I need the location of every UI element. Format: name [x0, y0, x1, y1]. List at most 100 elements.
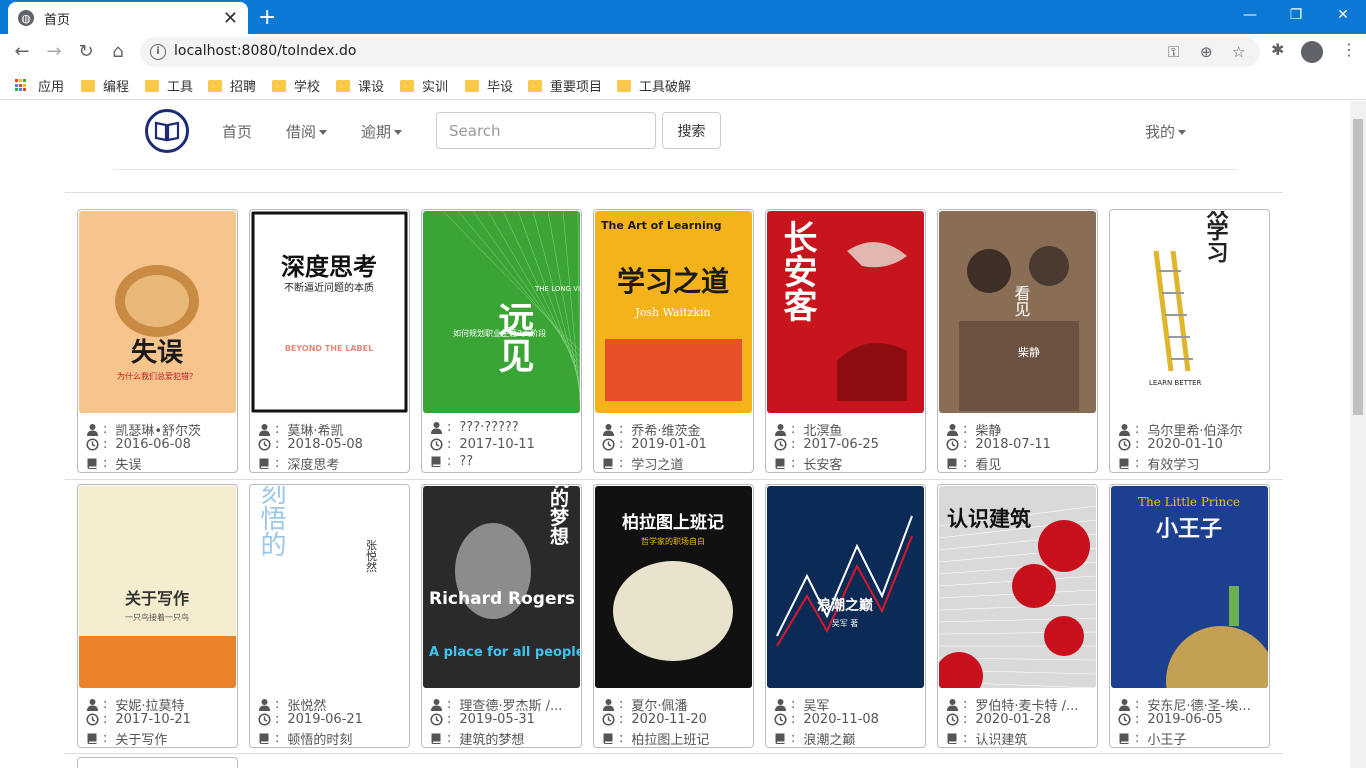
book-card[interactable]: 关于写作 一只鸟接着一只鸟: 安妮·拉莫特:2017-10-21: 关于写作 [77, 484, 238, 748]
nav-mine-label: 我的 [1145, 123, 1176, 141]
book-title: 失误 [115, 458, 142, 473]
book-cover[interactable]: 建筑的梦想 Richard Rogers A place for all peopl… [423, 486, 580, 688]
book-cover[interactable]: 失误为什么我们总爱犯错？ [79, 211, 236, 413]
book-date: 2017-06-25 [803, 437, 879, 452]
folder-icon [465, 79, 479, 92]
book-card[interactable]: 深度思考 不断逼近问题的本质 BEYOND THE LABEL: 莫琳·希凯:2018… [249, 209, 410, 473]
bookmark-folder[interactable]: 课设 [336, 76, 384, 95]
back-icon[interactable]: ← [10, 40, 34, 64]
cover-text: 失误 [131, 338, 184, 368]
home-icon[interactable]: ⌂ [106, 40, 130, 64]
key-icon[interactable]: ⚿ [1168, 43, 1179, 61]
profile-avatar[interactable] [1301, 41, 1323, 63]
nav-mine-dropdown[interactable]: 我的 [1145, 121, 1187, 142]
nav-borrow-dropdown[interactable]: 借阅 [286, 121, 328, 142]
window-close-icon[interactable]: ✕ [1320, 4, 1366, 28]
bookmark-label: 学校 [294, 80, 321, 95]
book-cover[interactable]: 长安客 [767, 211, 924, 413]
colon: : [791, 422, 796, 437]
book-cover[interactable]: The Art of Learning 学习之道 Josh Waitzkin [595, 211, 752, 413]
cover-text: 如何规划职业生涯3大阶段 [453, 328, 546, 338]
colon: : [447, 712, 452, 727]
site-info-icon[interactable]: i [150, 44, 166, 60]
colon: : [447, 454, 452, 469]
maximize-icon[interactable]: ❐ [1273, 4, 1319, 28]
book-card[interactable]: 浪潮之巅 吴军 著: 吴军:2020-11-08: 浪潮之巅 [765, 484, 926, 748]
book-cover[interactable]: 柏拉图上班记 哲学家的职场自白 [595, 486, 752, 688]
bookmark-folder[interactable]: 实训 [400, 76, 448, 95]
book-date-row: :2018-05-08 [258, 437, 403, 452]
url-text[interactable]: localhost:8080/toIndex.do [174, 43, 356, 59]
browser-tab[interactable]: ◍ 首页 ✕ [8, 2, 248, 34]
close-tab-icon[interactable]: ✕ [223, 8, 238, 29]
book-cover[interactable]: 关于写作 一只鸟接着一只鸟 [79, 486, 236, 688]
extensions-icon[interactable]: ✱ [1271, 40, 1284, 59]
nav-overdue-dropdown[interactable]: 逾期 [361, 121, 403, 142]
address-bar[interactable]: i localhost:8080/toIndex.do ⚿ ⊕ ☆ [140, 37, 1260, 67]
apps-grid-icon [15, 79, 28, 92]
book-date: 2020-11-20 [631, 712, 707, 727]
zoom-icon[interactable]: ⊕ [1200, 43, 1213, 61]
colon: : [791, 697, 796, 712]
book-cover[interactable]: 时顿刻悟的 张悦然 [251, 486, 408, 688]
bookmark-label: 应用 [38, 80, 65, 95]
forward-icon[interactable]: → [42, 40, 66, 64]
book-cover[interactable]: 有效学习 LEARN BETTER [1111, 211, 1268, 413]
book-cover[interactable]: 看见 柴静 [939, 211, 1096, 413]
book-card[interactable]: 远见THE LONG VIEW如何规划职业生涯3大阶段:???·?????:20… [421, 209, 582, 473]
book-icon [259, 733, 269, 744]
search-button[interactable]: 搜索 [662, 112, 721, 149]
star-icon[interactable]: ☆ [1232, 43, 1245, 61]
clock-icon [430, 713, 443, 726]
book-cover[interactable]: 浪潮之巅 吴军 著 [767, 486, 924, 688]
globe-icon: ◍ [18, 10, 34, 26]
nav-home[interactable]: 首页 [222, 121, 252, 142]
book-author: ???·????? [459, 420, 519, 435]
minimize-icon[interactable]: — [1227, 4, 1273, 28]
book-card[interactable]: 柏拉图上班记 哲学家的职场自白: 夏尔·佩潘:2020-11-20: 柏拉图上班记 [593, 484, 754, 748]
more-menu-icon[interactable]: ⋮ [1341, 40, 1357, 59]
bookmark-folder[interactable]: 工具破解 [617, 76, 691, 95]
book-card[interactable]: 时顿刻悟的 张悦然: 张悦然:2019-06-21: 顿悟的时刻 [249, 484, 410, 748]
book-card[interactable]: 看见 柴静: 柴静:2018-07-11: 看见 [937, 209, 1098, 473]
bookmark-folder[interactable]: 工具 [145, 76, 193, 95]
bookmark-folder[interactable]: 学校 [272, 76, 320, 95]
book-cover[interactable]: 深度思考 不断逼近问题的本质 BEYOND THE LABEL [251, 211, 408, 413]
book-card[interactable]: 认识建筑: 罗伯特·麦卡特 /...:2020-01-28: 认识建筑 [937, 484, 1098, 748]
cover-text: 有效学习 [1203, 211, 1229, 264]
page-scrollbar[interactable] [1350, 101, 1366, 768]
book-card[interactable]: 长安客: 北溟鱼:2017-06-25: 长安客 [765, 209, 926, 473]
cover-text: 为什么我们总爱犯错？ [117, 371, 197, 381]
reload-icon[interactable]: ↻ [74, 40, 98, 64]
book-date: 2020-11-08 [803, 712, 879, 727]
book-card-partial[interactable] [77, 757, 238, 768]
book-cover[interactable]: The Little Prince 小王子 [1111, 486, 1268, 688]
book-card[interactable]: The Little Prince 小王子: 安东尼·德·圣-埃...:2019-0… [1109, 484, 1270, 748]
cover-text: 吴军 著 [832, 618, 859, 628]
search-input[interactable] [436, 112, 656, 149]
bookmark-folder[interactable]: 重要项目 [528, 76, 602, 95]
cover-text: 柴静 [1018, 345, 1040, 359]
book-card[interactable]: 有效学习 LEARN BETTER: 乌尔里希·伯泽尔:2020-01-10: 有效学… [1109, 209, 1270, 473]
book-cover[interactable]: 认识建筑 [939, 486, 1096, 688]
author-icon [431, 422, 442, 434]
bookmark-apps[interactable]: 应用 [15, 76, 64, 95]
book-title: 关于写作 [115, 733, 168, 748]
book-card[interactable]: 建筑的梦想 Richard Rogers A place for all peopl… [421, 484, 582, 748]
bookmark-folder[interactable]: 招聘 [208, 76, 256, 95]
book-logo-icon[interactable] [145, 109, 189, 153]
author-icon [259, 424, 270, 436]
scrollbar-thumb[interactable] [1353, 119, 1363, 415]
bookmark-folder[interactable]: 毕设 [465, 76, 513, 95]
new-tab-icon[interactable]: + [258, 5, 276, 30]
book-cover[interactable]: 远见THE LONG VIEW如何规划职业生涯3大阶段 [423, 211, 580, 413]
clock-icon [946, 713, 959, 726]
book-icon [1119, 458, 1129, 469]
book-card[interactable]: 失误 为什么我们总爱犯错？: 凯瑟琳•舒尔茨:2016-06-08: 失误 [77, 209, 238, 473]
author-icon [775, 424, 786, 436]
book-card[interactable]: The Art of Learning 学习之道 Josh Waitzkin: 乔希·… [593, 209, 754, 473]
book-title-row: : 关于写作 [86, 729, 231, 748]
book-title-row: : 建筑的梦想 [430, 729, 575, 748]
bookmark-folder[interactable]: 编程 [81, 76, 129, 95]
book-title: 长安客 [803, 458, 843, 473]
